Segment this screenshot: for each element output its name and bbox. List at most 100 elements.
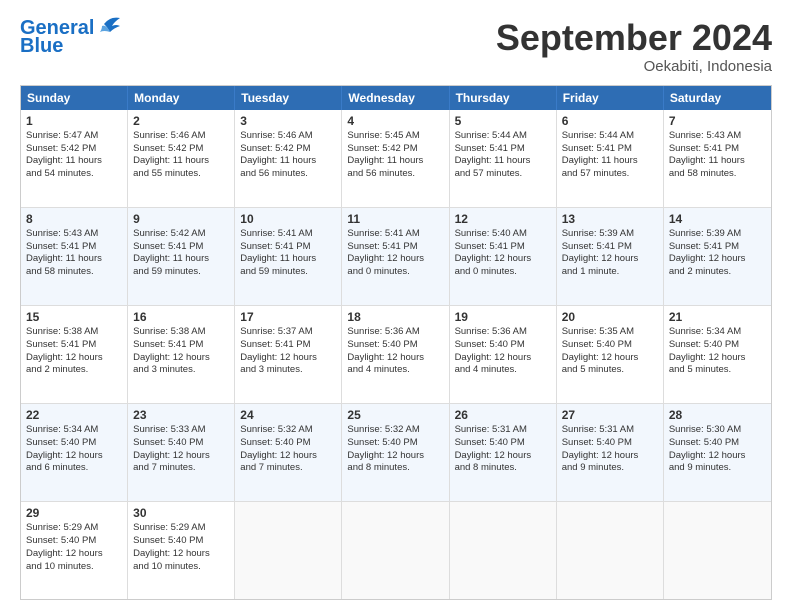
day-info-line: Daylight: 12 hours xyxy=(133,450,229,463)
day-info-line: Sunset: 5:41 PM xyxy=(133,241,229,254)
day-cell-30: 30Sunrise: 5:29 AMSunset: 5:40 PMDayligh… xyxy=(128,502,235,599)
day-info-line: Sunrise: 5:34 AM xyxy=(669,326,766,339)
day-info-line: Daylight: 12 hours xyxy=(240,450,336,463)
day-cell-19: 19Sunrise: 5:36 AMSunset: 5:40 PMDayligh… xyxy=(450,306,557,403)
day-info-line: Sunset: 5:40 PM xyxy=(562,437,658,450)
day-info-line: Sunset: 5:40 PM xyxy=(347,339,443,352)
day-info-line: Daylight: 12 hours xyxy=(669,253,766,266)
day-info-line: Sunset: 5:41 PM xyxy=(240,241,336,254)
day-info-line: Sunrise: 5:34 AM xyxy=(26,424,122,437)
day-info-line: Sunrise: 5:44 AM xyxy=(455,130,551,143)
day-of-week-friday: Friday xyxy=(557,86,664,110)
day-number: 5 xyxy=(455,113,551,129)
day-info-line: Sunrise: 5:39 AM xyxy=(562,228,658,241)
day-number: 2 xyxy=(133,113,229,129)
day-number: 21 xyxy=(669,309,766,325)
calendar-body: 1Sunrise: 5:47 AMSunset: 5:42 PMDaylight… xyxy=(21,110,771,599)
day-info-line: Daylight: 12 hours xyxy=(26,548,122,561)
day-number: 24 xyxy=(240,407,336,423)
calendar-week-1: 1Sunrise: 5:47 AMSunset: 5:42 PMDaylight… xyxy=(21,110,771,207)
day-info-line: and 0 minutes. xyxy=(347,266,443,279)
day-cell-27: 27Sunrise: 5:31 AMSunset: 5:40 PMDayligh… xyxy=(557,404,664,501)
day-cell-18: 18Sunrise: 5:36 AMSunset: 5:40 PMDayligh… xyxy=(342,306,449,403)
day-info-line: Daylight: 11 hours xyxy=(133,253,229,266)
day-cell-22: 22Sunrise: 5:34 AMSunset: 5:40 PMDayligh… xyxy=(21,404,128,501)
day-number: 30 xyxy=(133,505,229,521)
calendar-week-4: 22Sunrise: 5:34 AMSunset: 5:40 PMDayligh… xyxy=(21,403,771,501)
day-info-line: Sunset: 5:40 PM xyxy=(347,437,443,450)
day-info-line: and 56 minutes. xyxy=(240,168,336,181)
day-info-line: Sunset: 5:40 PM xyxy=(240,437,336,450)
day-info-line: Daylight: 11 hours xyxy=(347,155,443,168)
day-info-line: Daylight: 11 hours xyxy=(240,155,336,168)
day-info-line: Sunrise: 5:46 AM xyxy=(133,130,229,143)
day-info-line: Sunset: 5:40 PM xyxy=(562,339,658,352)
day-info-line: Sunset: 5:40 PM xyxy=(133,535,229,548)
day-cell-12: 12Sunrise: 5:40 AMSunset: 5:41 PMDayligh… xyxy=(450,208,557,305)
day-number: 11 xyxy=(347,211,443,227)
day-info-line: Daylight: 12 hours xyxy=(133,548,229,561)
day-info-line: and 57 minutes. xyxy=(562,168,658,181)
day-info-line: Daylight: 11 hours xyxy=(240,253,336,266)
day-info-line: Sunrise: 5:40 AM xyxy=(455,228,551,241)
day-cell-3: 3Sunrise: 5:46 AMSunset: 5:42 PMDaylight… xyxy=(235,110,342,207)
day-info-line: Sunset: 5:40 PM xyxy=(669,339,766,352)
day-number: 9 xyxy=(133,211,229,227)
day-cell-5: 5Sunrise: 5:44 AMSunset: 5:41 PMDaylight… xyxy=(450,110,557,207)
day-info-line: Sunrise: 5:46 AM xyxy=(240,130,336,143)
day-number: 10 xyxy=(240,211,336,227)
day-number: 12 xyxy=(455,211,551,227)
day-info-line: Daylight: 11 hours xyxy=(26,155,122,168)
day-number: 28 xyxy=(669,407,766,423)
day-info-line: Sunset: 5:40 PM xyxy=(26,535,122,548)
day-cell-9: 9Sunrise: 5:42 AMSunset: 5:41 PMDaylight… xyxy=(128,208,235,305)
day-info-line: and 55 minutes. xyxy=(133,168,229,181)
day-info-line: Sunrise: 5:31 AM xyxy=(562,424,658,437)
location: Oekabiti, Indonesia xyxy=(496,58,772,75)
empty-cell xyxy=(557,502,664,599)
day-info-line: Daylight: 12 hours xyxy=(347,352,443,365)
day-info-line: and 9 minutes. xyxy=(562,462,658,475)
day-info-line: Sunset: 5:40 PM xyxy=(455,437,551,450)
day-cell-10: 10Sunrise: 5:41 AMSunset: 5:41 PMDayligh… xyxy=(235,208,342,305)
day-number: 18 xyxy=(347,309,443,325)
calendar-week-3: 15Sunrise: 5:38 AMSunset: 5:41 PMDayligh… xyxy=(21,305,771,403)
day-info-line: and 56 minutes. xyxy=(347,168,443,181)
day-info-line: Sunrise: 5:39 AM xyxy=(669,228,766,241)
day-info-line: Sunset: 5:41 PM xyxy=(669,143,766,156)
day-cell-17: 17Sunrise: 5:37 AMSunset: 5:41 PMDayligh… xyxy=(235,306,342,403)
day-info-line: and 7 minutes. xyxy=(133,462,229,475)
day-info-line: Daylight: 12 hours xyxy=(240,352,336,365)
day-cell-20: 20Sunrise: 5:35 AMSunset: 5:40 PMDayligh… xyxy=(557,306,664,403)
day-cell-1: 1Sunrise: 5:47 AMSunset: 5:42 PMDaylight… xyxy=(21,110,128,207)
day-info-line: and 2 minutes. xyxy=(26,364,122,377)
day-info-line: Sunset: 5:41 PM xyxy=(26,241,122,254)
day-info-line: and 10 minutes. xyxy=(133,561,229,574)
day-info-line: and 2 minutes. xyxy=(669,266,766,279)
day-cell-14: 14Sunrise: 5:39 AMSunset: 5:41 PMDayligh… xyxy=(664,208,771,305)
day-cell-24: 24Sunrise: 5:32 AMSunset: 5:40 PMDayligh… xyxy=(235,404,342,501)
day-cell-4: 4Sunrise: 5:45 AMSunset: 5:42 PMDaylight… xyxy=(342,110,449,207)
day-info-line: Daylight: 12 hours xyxy=(455,253,551,266)
day-cell-7: 7Sunrise: 5:43 AMSunset: 5:41 PMDaylight… xyxy=(664,110,771,207)
day-cell-13: 13Sunrise: 5:39 AMSunset: 5:41 PMDayligh… xyxy=(557,208,664,305)
logo-blue: Blue xyxy=(20,36,122,56)
day-of-week-wednesday: Wednesday xyxy=(342,86,449,110)
day-number: 17 xyxy=(240,309,336,325)
calendar-week-2: 8Sunrise: 5:43 AMSunset: 5:41 PMDaylight… xyxy=(21,207,771,305)
day-number: 22 xyxy=(26,407,122,423)
day-info-line: and 58 minutes. xyxy=(669,168,766,181)
day-info-line: and 9 minutes. xyxy=(669,462,766,475)
day-number: 14 xyxy=(669,211,766,227)
day-info-line: Sunrise: 5:31 AM xyxy=(455,424,551,437)
day-info-line: Sunset: 5:40 PM xyxy=(455,339,551,352)
day-info-line: Sunrise: 5:41 AM xyxy=(347,228,443,241)
day-info-line: Sunset: 5:41 PM xyxy=(669,241,766,254)
day-number: 29 xyxy=(26,505,122,521)
calendar-header: SundayMondayTuesdayWednesdayThursdayFrid… xyxy=(21,86,771,110)
empty-cell xyxy=(342,502,449,599)
day-cell-28: 28Sunrise: 5:30 AMSunset: 5:40 PMDayligh… xyxy=(664,404,771,501)
day-info-line: Daylight: 11 hours xyxy=(562,155,658,168)
day-info-line: Sunset: 5:41 PM xyxy=(562,241,658,254)
day-of-week-sunday: Sunday xyxy=(21,86,128,110)
